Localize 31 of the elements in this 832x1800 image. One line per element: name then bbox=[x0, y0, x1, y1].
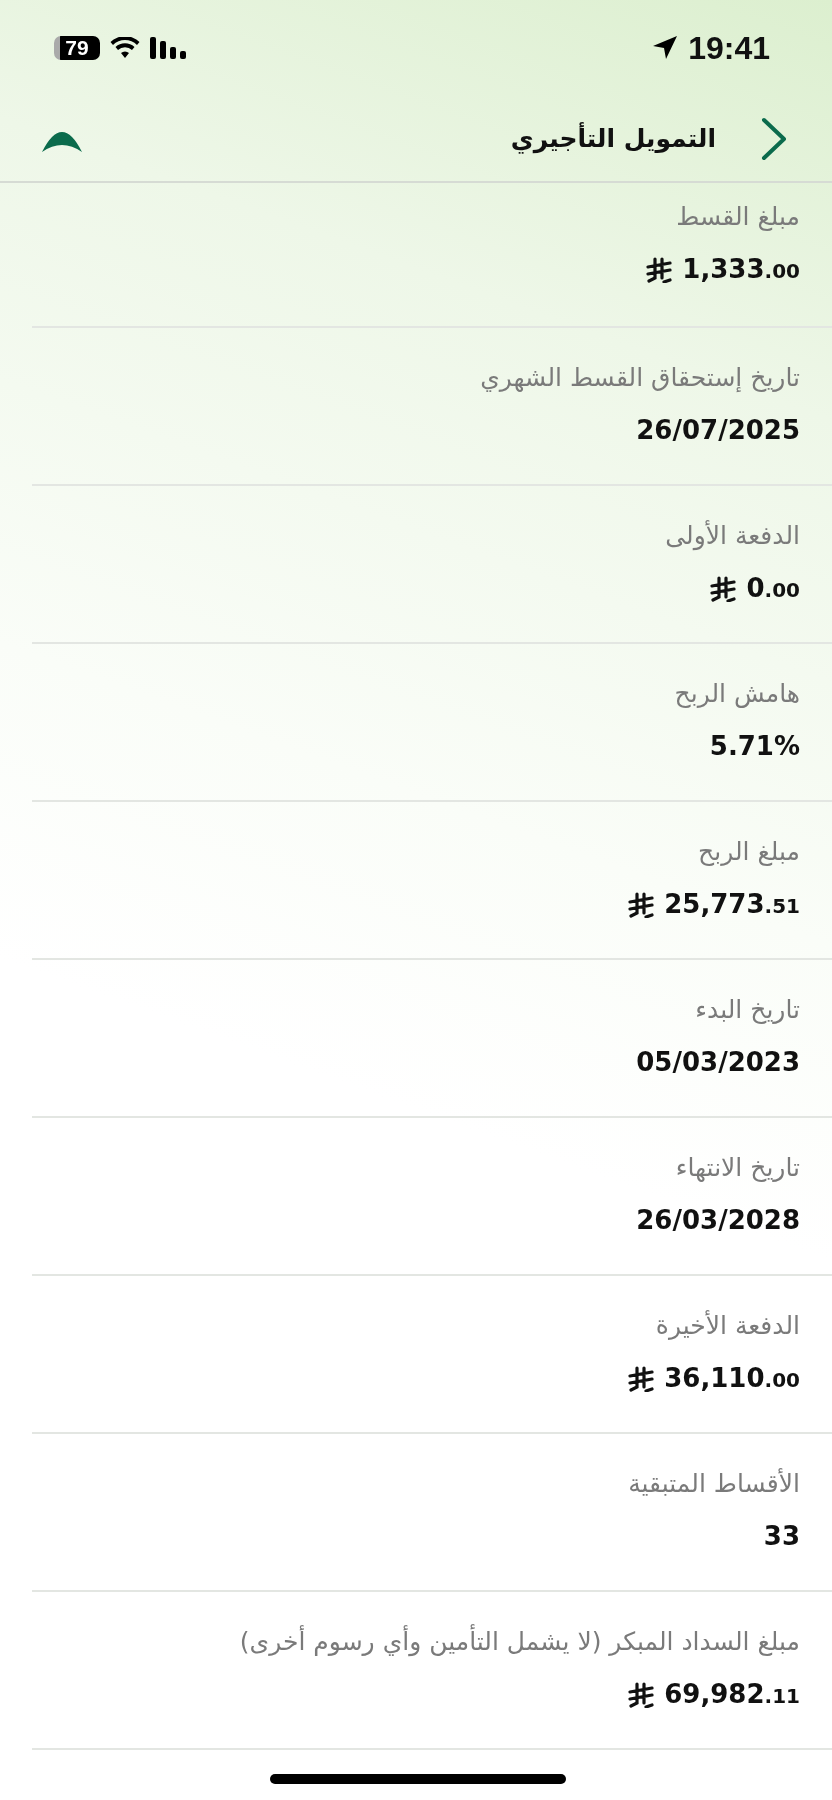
field-label: تاريخ الانتهاء bbox=[674, 1152, 800, 1184]
riyal-sign-icon bbox=[628, 1682, 655, 1708]
field-label: الأقساط المتبقية bbox=[627, 1468, 800, 1500]
amount-value: 25,773.51 bbox=[664, 888, 800, 921]
field-value: 05/03/2023 bbox=[636, 1046, 800, 1078]
field-label: تاريخ إستحقاق القسط الشهري bbox=[479, 362, 800, 394]
location-arrow-icon bbox=[652, 35, 679, 61]
field-value: 26/07/2025 bbox=[636, 414, 800, 446]
field-value: 33 bbox=[763, 1520, 800, 1552]
field-label: الدفعة الأخيرة bbox=[654, 1310, 800, 1342]
field-value: 26/03/2028 bbox=[636, 1204, 800, 1236]
field-label: تاريخ البدء bbox=[694, 994, 800, 1026]
field-label: مبلغ السداد المبكر (لا يشمل التأمين وأي رسوم أخرى) bbox=[32, 1626, 800, 1658]
page-title: التمويل التأجيري bbox=[510, 124, 716, 153]
riyal-sign-icon bbox=[628, 892, 655, 918]
battery-indicator: 79 bbox=[54, 36, 100, 60]
riyal-sign-icon bbox=[710, 576, 737, 602]
back-button[interactable] bbox=[760, 116, 788, 161]
amount-value: 36,110.00 bbox=[664, 1362, 800, 1395]
amount-value: 0.00 bbox=[746, 572, 800, 605]
field-value: 5.71% bbox=[709, 730, 800, 762]
wifi-icon bbox=[110, 37, 140, 59]
field-label: مبلغ القسط bbox=[675, 201, 800, 233]
amount-value: 69,982.11 bbox=[664, 1678, 800, 1711]
riyal-sign-icon bbox=[628, 1366, 655, 1392]
field-label: الدفعة الأولى bbox=[664, 520, 800, 552]
amount-value: 1,333.00 bbox=[682, 253, 800, 286]
field-label: هامش الربح bbox=[673, 678, 800, 710]
riyal-sign-icon bbox=[646, 257, 673, 283]
field-label: مبلغ الربح bbox=[697, 836, 800, 868]
status-time: 19:41 bbox=[688, 29, 770, 67]
